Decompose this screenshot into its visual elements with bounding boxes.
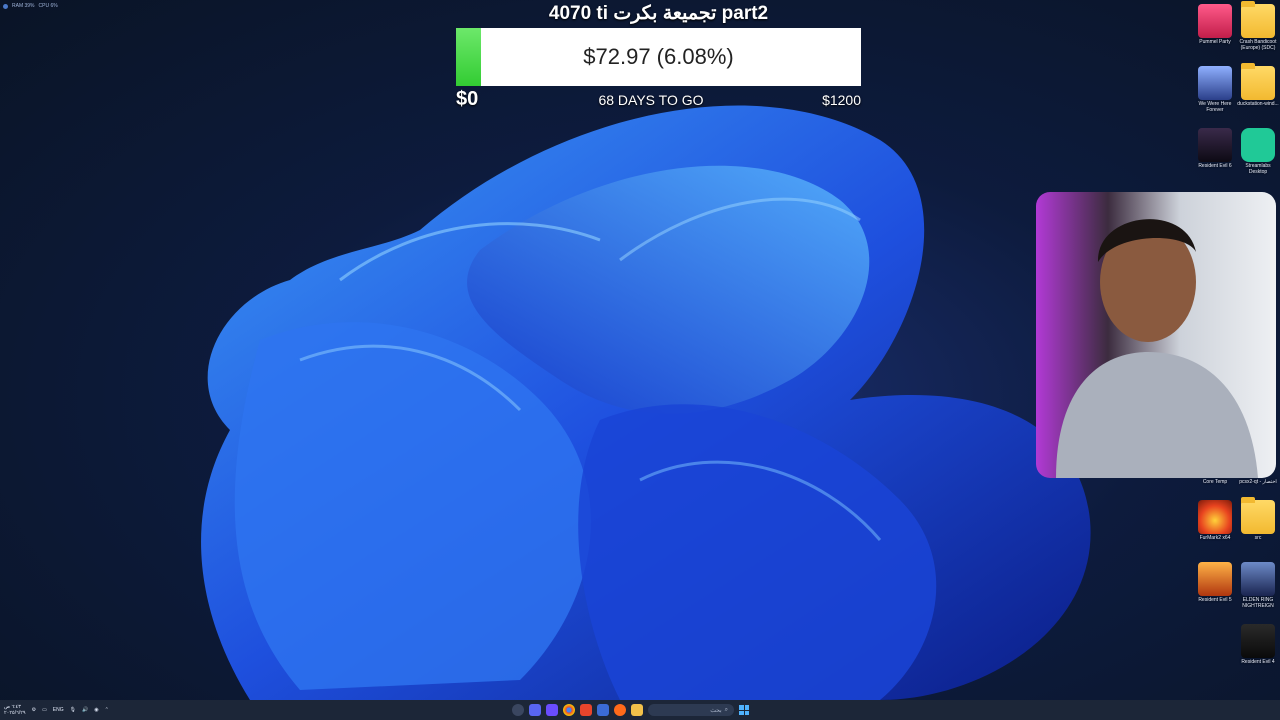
folder-icon [1241, 1, 1275, 38]
goal-progress-bar: $72.97 (6.08%) [456, 28, 861, 86]
desktop-icon-crash-bandicoot[interactable]: Crash Bandicoot (Europe) (SDC) [1237, 1, 1279, 51]
game-icon [1241, 624, 1275, 658]
desktop-icon-pcsx2[interactable]: pcsx2-qt - اختصار [1237, 478, 1279, 485]
webcam-overlay [1036, 192, 1276, 478]
desktop-icon-furmark[interactable]: FurMark2 x64 [1194, 500, 1236, 541]
clock-date: ٢٠٢٥/٦/٢٩ [4, 710, 26, 716]
folder-icon [1241, 63, 1275, 100]
volume-icon[interactable]: 🔊 [82, 707, 88, 713]
goal-amount: $72.97 (6.08%) [583, 44, 734, 69]
chrome-icon[interactable] [563, 704, 575, 716]
settings-icon[interactable]: ⚙ [32, 707, 36, 713]
game-icon [1198, 4, 1232, 38]
chevron-up-icon[interactable]: ⌃ [105, 707, 109, 713]
search-label: بحث [710, 707, 722, 714]
desktop-icon-duckstation[interactable]: duckstation-wind... [1237, 63, 1279, 107]
desktop-icon-elden-ring[interactable]: ELDEN RING NIGHTREIGN [1237, 562, 1279, 609]
game-icon [1198, 562, 1232, 596]
start-button[interactable] [739, 705, 749, 715]
search-box[interactable]: بحث ⌕ [648, 704, 734, 716]
search-icon: ⌕ [724, 706, 728, 713]
desktop-icon-resident-evil-6[interactable]: Resident Evil 6 [1194, 128, 1236, 169]
brave-icon[interactable] [580, 704, 592, 716]
file-explorer-icon[interactable] [631, 704, 643, 716]
streamer-silhouette [1056, 219, 1258, 478]
game-icon [1241, 562, 1275, 596]
ram-usage: RAM 39% [12, 3, 35, 9]
obs-icon[interactable] [512, 704, 524, 716]
clock[interactable]: ٦:٤٣ ص ٢٠٢٥/٦/٢٩ [4, 704, 26, 716]
desktop-icon-resident-evil-5[interactable]: Resident Evil 5 [1194, 562, 1236, 603]
cpu-usage: CPU 6% [38, 3, 58, 9]
notification-icon[interactable]: ▭ [42, 707, 47, 713]
desktop-icon-core-temp[interactable]: Core Temp [1194, 478, 1236, 485]
monitor-icon [3, 3, 8, 9]
desktop-icon-src[interactable]: src [1237, 497, 1279, 541]
desktop-icon-pummel-party[interactable]: Pummel Party [1194, 4, 1236, 45]
taskbar-apps: بحث ⌕ [512, 702, 749, 718]
game-icon [1198, 66, 1232, 100]
discord-icon[interactable] [529, 704, 541, 716]
desktop-icon-we-were-here[interactable]: We Were Here Forever [1194, 66, 1236, 113]
desktop-icon-streamlabs[interactable]: Streamlabs Desktop [1237, 128, 1279, 175]
streamlabs-icon [1241, 128, 1275, 162]
microphone-icon[interactable]: 🎙 [70, 707, 76, 713]
folder-icon [1241, 497, 1275, 534]
furmark-icon [1198, 500, 1232, 534]
taskbar: ٦:٤٣ ص ٢٠٢٥/٦/٢٩ ⚙ ▭ ENG 🎙 🔊 ◉ ⌃ بحث ⌕ [0, 700, 1280, 720]
language-indicator[interactable]: ENG [53, 707, 64, 713]
goal-title: 4070 ti تجميعة بكرت part2 [548, 3, 769, 24]
network-icon[interactable]: ◉ [94, 707, 98, 713]
system-monitor: RAM 39% CPU 6% [3, 3, 58, 9]
firefox-icon[interactable] [614, 704, 626, 716]
store-icon[interactable] [597, 704, 609, 716]
goal-max: $1200 [822, 92, 861, 108]
system-tray: ٦:٤٣ ص ٢٠٢٥/٦/٢٩ ⚙ ▭ ENG 🎙 🔊 ◉ ⌃ [4, 700, 109, 720]
app-icon[interactable] [546, 704, 558, 716]
game-icon [1198, 128, 1232, 162]
desktop-icon-resident-evil-4[interactable]: Resident Evil 4 [1237, 624, 1279, 665]
